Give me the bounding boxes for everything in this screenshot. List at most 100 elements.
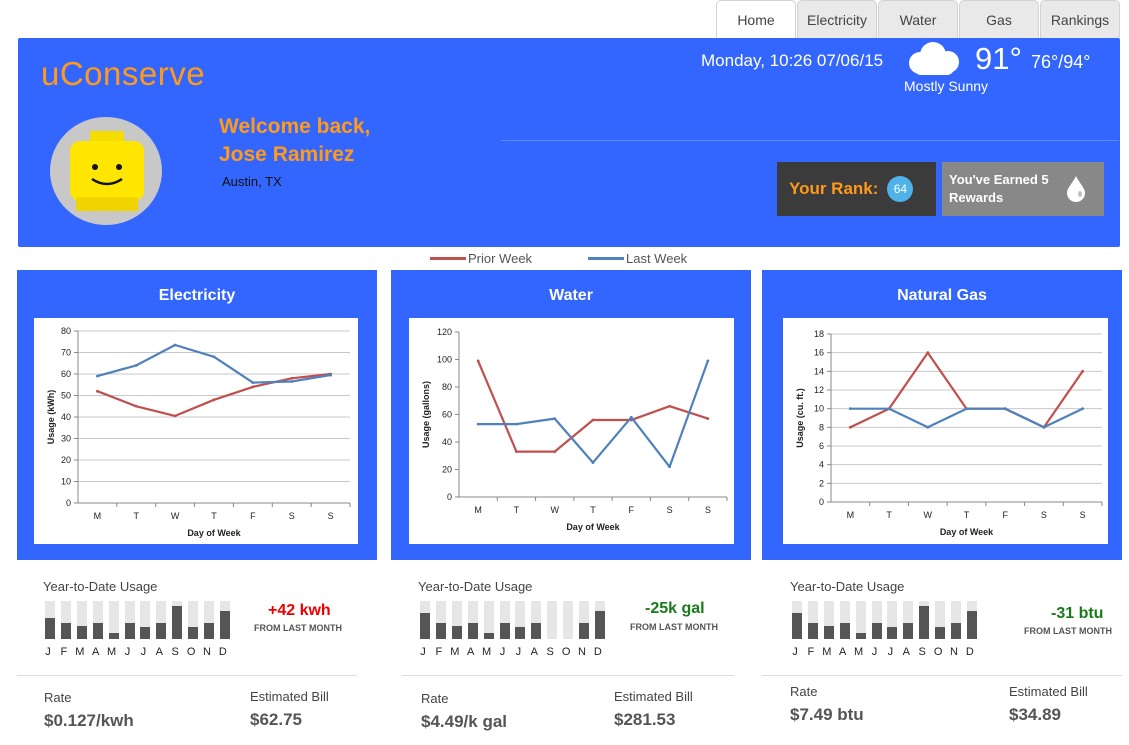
ytd-bars — [418, 601, 618, 639]
legend-item-last-week: Last Week — [588, 251, 687, 266]
month-bar — [45, 601, 55, 639]
tab-gas[interactable]: Gas — [959, 0, 1039, 38]
electricity-bill: $62.75 — [250, 710, 302, 729]
month-letter: D — [218, 646, 227, 658]
month-bar — [823, 601, 834, 639]
y-tick-label: 40 — [61, 412, 71, 422]
tab-electricity[interactable]: Electricity — [797, 0, 877, 38]
y-tick-label: 40 — [442, 437, 452, 447]
month-bar — [451, 601, 462, 639]
month-bar — [594, 601, 605, 639]
month-letters: JFMAMJJASOND — [418, 646, 618, 658]
y-tick-label: 120 — [437, 327, 452, 337]
avatar[interactable] — [50, 117, 162, 225]
x-tick-label: F — [629, 505, 635, 515]
month-bar-fill — [871, 623, 882, 639]
natural-gas-bill: $34.89 — [1009, 705, 1061, 724]
month-letter: M — [822, 646, 832, 658]
month-bar-fill — [140, 626, 151, 639]
water-drop-icon — [1067, 176, 1085, 202]
month-bar-fill — [219, 610, 230, 639]
month-letter: A — [92, 646, 100, 658]
x-axis-label: Day of Week — [940, 527, 994, 537]
month-bar-fill — [839, 623, 850, 639]
data-point-prior-week — [134, 404, 138, 408]
data-point-last-week — [1042, 425, 1046, 429]
month-bar-fill — [124, 623, 135, 639]
month-bar — [855, 601, 866, 639]
month-bar-fill — [594, 610, 605, 639]
month-letter: J — [140, 646, 147, 658]
y-tick-label: 100 — [437, 355, 452, 365]
rate-label: Rate — [44, 690, 72, 705]
delta-subtext: FROM LAST MONTH — [1024, 626, 1112, 636]
month-bar — [839, 601, 850, 639]
water-panel[interactable]: Water 0 20 40 60 80 100 120 M T W T F S S Day of Week U… — [391, 270, 751, 560]
month-bar — [76, 601, 87, 639]
x-tick-label: S — [289, 511, 295, 521]
month-bar — [871, 601, 882, 639]
x-axis-label: Day of Week — [187, 528, 241, 538]
natural-gas-panel[interactable]: Natural Gas 0 2 4 6 8 10 12 14 16 18 M T W T F S S Day of… — [762, 270, 1122, 560]
month-bar-fill — [92, 623, 103, 639]
data-point-last-week — [134, 364, 138, 367]
bill-label: Estimated Bill — [1009, 684, 1088, 699]
month-bar — [547, 601, 558, 639]
rewards-button[interactable]: You've Earned 5 Rewards — [942, 162, 1104, 216]
month-letter: J — [887, 646, 894, 658]
app-logo[interactable]: uConserve — [41, 55, 205, 93]
month-bar — [124, 601, 135, 639]
electricity-rate: $0.127/kwh — [44, 711, 134, 730]
month-letter: F — [807, 646, 815, 658]
tab-water[interactable]: Water — [878, 0, 958, 38]
legend-swatch-prior — [430, 257, 466, 260]
y-tick-label: 30 — [61, 434, 71, 444]
rate-label: Rate — [421, 691, 449, 706]
tab-rankings[interactable]: Rankings — [1040, 0, 1120, 38]
y-tick-label: 10 — [814, 404, 824, 414]
header-banner: uConserve Welcome back, Jose Ramirez Aus… — [18, 38, 1120, 247]
data-point-prior-week — [706, 417, 710, 421]
header-divider — [501, 140, 1119, 141]
series-line-last-week — [478, 360, 709, 468]
x-tick-label: S — [705, 505, 711, 515]
tab-home[interactable]: Home — [716, 0, 796, 38]
x-tick-label: S — [667, 505, 673, 515]
natural-gas-chart-svg: 0 2 4 6 8 10 12 14 16 18 M T W T F S S Day of Week Usage (… — [795, 329, 1103, 537]
y-tick-label: 8 — [819, 422, 824, 432]
month-bar-fill — [204, 623, 214, 639]
y-tick-label: 20 — [442, 465, 452, 475]
month-letters: JFMAMJJASOND — [790, 646, 990, 658]
y-tick-label: 2 — [819, 478, 824, 488]
month-bar — [499, 601, 510, 639]
month-bar-fill — [420, 613, 430, 639]
month-bar — [903, 601, 914, 639]
month-bar-fill — [435, 623, 446, 639]
month-letter: M — [75, 646, 85, 658]
rank-box[interactable]: Your Rank: 64 — [777, 162, 936, 216]
data-point-prior-week — [212, 398, 216, 402]
month-bar-fill — [792, 613, 802, 639]
x-tick-label: S — [328, 511, 334, 521]
y-axis-label: Usage (gallons) — [421, 381, 431, 448]
data-point-prior-week — [591, 418, 595, 422]
data-point-last-week — [926, 425, 930, 429]
month-letter: J — [420, 646, 426, 658]
month-bar-fill — [887, 626, 898, 639]
delta-subtext: FROM LAST MONTH — [254, 623, 342, 633]
month-letter: D — [593, 646, 602, 658]
legend-swatch-last — [588, 257, 624, 260]
y-tick-label: 60 — [442, 410, 452, 420]
x-tick-label: M — [94, 511, 102, 521]
month-bar — [420, 601, 430, 639]
month-bar — [807, 601, 818, 639]
bill-label: Estimated Bill — [250, 689, 329, 704]
month-letter: J — [499, 646, 506, 658]
electricity-panel[interactable]: Electricity 0 10 20 30 40 50 60 70 80 M T W T F S S Day … — [17, 270, 377, 560]
natural-gas-chart: 0 2 4 6 8 10 12 14 16 18 M T W T F S S Day of Week Usage (… — [783, 318, 1108, 544]
month-bar — [467, 601, 478, 639]
water-rate: $4.49/k gal — [421, 712, 508, 731]
month-bar — [919, 601, 930, 639]
x-tick-label: T — [964, 510, 970, 520]
y-tick-label: 18 — [814, 329, 824, 339]
